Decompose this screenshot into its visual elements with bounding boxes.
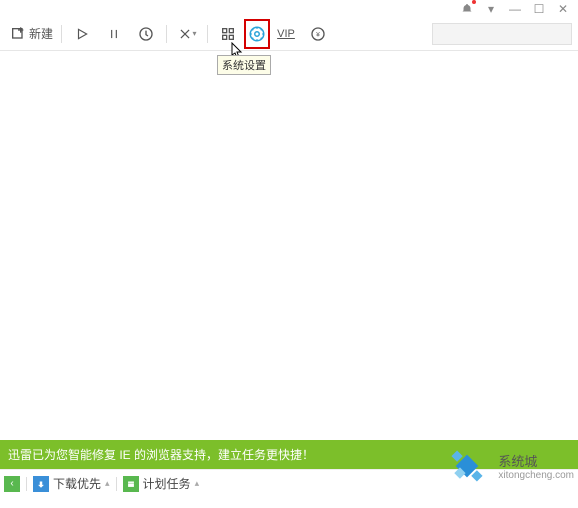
main-toolbar: 新建 ▾ VIP ¥ bbox=[0, 17, 578, 51]
settings-button[interactable] bbox=[244, 19, 270, 49]
download-priority-button[interactable]: 下载优先 ▴ bbox=[33, 475, 110, 492]
back-button[interactable]: ‹ bbox=[4, 476, 20, 492]
scheduled-tasks-label: 计划任务 bbox=[143, 475, 191, 492]
vip-button[interactable]: VIP bbox=[272, 20, 300, 48]
window-titlebar: ▾ — ☐ ✕ bbox=[0, 0, 578, 17]
settings-tooltip: 系统设置 bbox=[217, 55, 271, 75]
watermark-brand: 系统城 bbox=[498, 451, 574, 470]
scheduled-tasks-button[interactable]: 计划任务 ▴ bbox=[123, 475, 200, 492]
close-button[interactable]: ✕ bbox=[556, 2, 570, 16]
minimize-button[interactable]: — bbox=[508, 2, 522, 16]
play-icon bbox=[75, 27, 89, 41]
dropdown-button[interactable]: ▾ bbox=[484, 2, 498, 16]
pause-button[interactable] bbox=[100, 20, 128, 48]
new-task-button[interactable]: 新建 bbox=[6, 25, 57, 42]
pause-icon bbox=[107, 27, 121, 41]
separator bbox=[207, 25, 208, 43]
grid-view-button[interactable] bbox=[214, 20, 242, 48]
separator bbox=[26, 477, 27, 491]
download-priority-label: 下载优先 bbox=[53, 475, 101, 492]
start-button[interactable] bbox=[68, 20, 96, 48]
content-area bbox=[0, 51, 578, 440]
search-box[interactable] bbox=[432, 23, 572, 45]
priority-badge-icon bbox=[33, 476, 49, 492]
separator bbox=[61, 25, 62, 43]
new-task-label: 新建 bbox=[29, 25, 53, 42]
separator bbox=[116, 477, 117, 491]
priority-icon bbox=[138, 26, 154, 42]
separator bbox=[166, 25, 167, 43]
svg-text:¥: ¥ bbox=[316, 31, 320, 38]
new-icon bbox=[10, 26, 26, 42]
search-input[interactable] bbox=[433, 27, 578, 41]
settings-icon bbox=[248, 25, 266, 43]
watermark: 系统城 xitongcheng.com bbox=[442, 448, 574, 484]
watermark-logo-icon bbox=[442, 448, 492, 484]
schedule-badge-icon bbox=[123, 476, 139, 492]
notification-icon[interactable] bbox=[460, 2, 474, 16]
priority-button[interactable] bbox=[132, 20, 160, 48]
coin-icon: ¥ bbox=[310, 26, 326, 42]
vip-label: VIP bbox=[277, 28, 295, 40]
coin-button[interactable]: ¥ bbox=[304, 20, 332, 48]
grid-icon bbox=[220, 26, 236, 42]
delete-button[interactable]: ▾ bbox=[173, 20, 201, 48]
delete-icon bbox=[178, 27, 192, 41]
maximize-button[interactable]: ☐ bbox=[532, 2, 546, 16]
watermark-sub: xitongcheng.com bbox=[498, 470, 574, 481]
